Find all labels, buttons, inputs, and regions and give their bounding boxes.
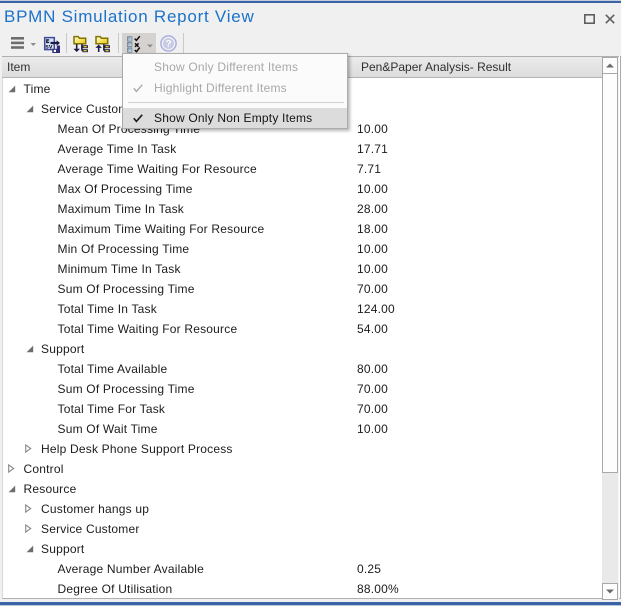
svg-text:?: ?	[165, 39, 171, 50]
svg-text:sv: sv	[45, 44, 53, 51]
